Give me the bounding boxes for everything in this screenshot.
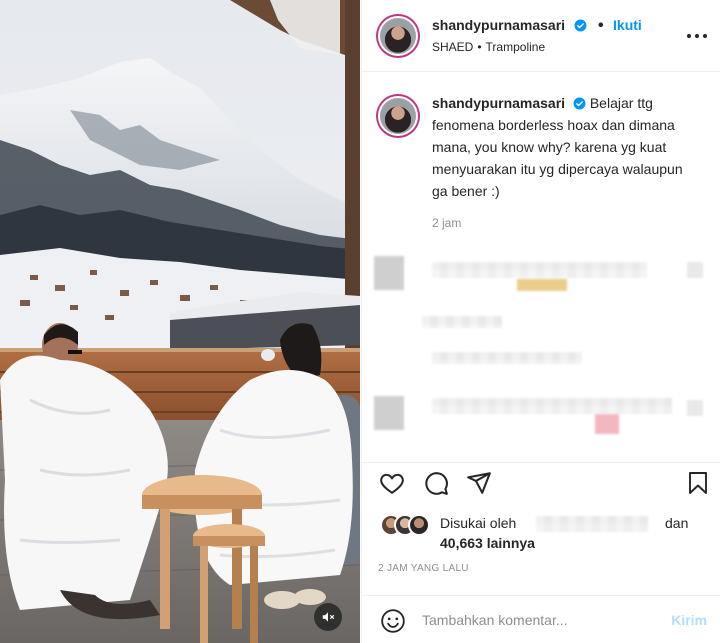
post-actions: [362, 462, 720, 502]
add-comment-bar: Kirim: [362, 595, 720, 643]
comment-meta: [422, 316, 502, 328]
audio-attribution[interactable]: SHAED • Trampoline: [432, 40, 545, 54]
comment-avatar: [374, 256, 404, 290]
mute-icon: [322, 612, 335, 622]
audio-track[interactable]: Trampoline: [486, 40, 546, 54]
audio-artist[interactable]: SHAED: [432, 40, 473, 54]
audio-separator: •: [477, 40, 482, 54]
likes-summary: Disukai oleh dan 40,663 lainnya: [378, 512, 708, 556]
share-button[interactable]: [465, 469, 493, 497]
liked-by-label: Disukai oleh: [440, 515, 517, 531]
author-username[interactable]: shandypurnamasari: [432, 17, 565, 33]
comment-text: [432, 262, 647, 278]
post-timestamp[interactable]: 2 JAM YANG LALU: [378, 563, 469, 574]
liked-by-and: dan: [665, 515, 689, 531]
post-details-panel: shandypurnamasari • Ikuti SHAED • Trampoli…: [361, 0, 720, 643]
save-button[interactable]: [684, 469, 712, 497]
caption-username[interactable]: shandypurnamasari: [432, 95, 565, 111]
comment-like-icon: [687, 262, 703, 278]
comment-button[interactable]: [422, 469, 450, 497]
follow-button[interactable]: Ikuti: [613, 17, 642, 33]
emoji-icon[interactable]: [380, 608, 406, 634]
comment-icon: [425, 472, 448, 495]
verified-badge-icon: [574, 19, 586, 32]
caption-avatar[interactable]: [378, 96, 418, 136]
send-comment-button[interactable]: Kirim: [671, 612, 707, 628]
comment-text: [432, 398, 672, 414]
more-options-icon[interactable]: [685, 26, 709, 46]
post-header: shandypurnamasari • Ikuti SHAED • Trampoli…: [362, 0, 720, 72]
author-avatar[interactable]: [378, 16, 418, 56]
post-photo: [0, 0, 360, 643]
bookmark-icon: [689, 472, 707, 494]
liker-avatars[interactable]: [380, 514, 434, 536]
comment-like-icon: [687, 400, 703, 416]
comment-replies: [432, 352, 582, 364]
mute-button[interactable]: [314, 603, 342, 631]
heart-icon: [380, 473, 404, 494]
comment-emoji: [517, 279, 567, 291]
follow-separator: •: [597, 17, 604, 34]
comment-input[interactable]: [422, 608, 652, 632]
like-button[interactable]: [378, 469, 406, 497]
comment-avatar: [374, 396, 404, 430]
author-line: shandypurnamasari • Ikuti: [432, 17, 642, 35]
post-media[interactable]: [0, 0, 360, 643]
caption-text-block: shandypurnamasari Belajar ttg fenomena b…: [432, 92, 702, 202]
likes-count[interactable]: 40,663 lainnya: [440, 535, 535, 551]
comment-emoji: [595, 414, 619, 434]
share-icon: [467, 472, 491, 494]
verified-badge-icon: [573, 97, 586, 110]
liked-by-username[interactable]: [536, 516, 648, 532]
caption-time: 2 jam: [432, 216, 462, 230]
